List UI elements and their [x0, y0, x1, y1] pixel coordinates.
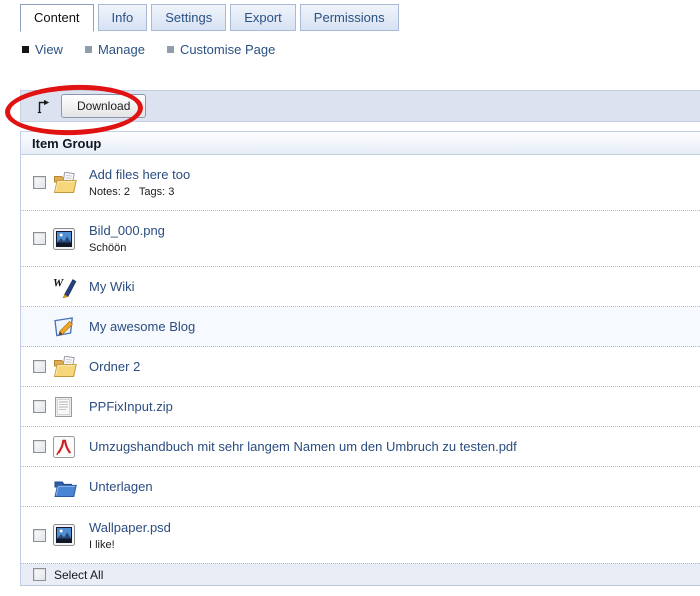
subnav-customise-label: Customise Page — [180, 42, 275, 57]
item-group-header: Item Group — [21, 131, 700, 155]
item-title[interactable]: PPFixInput.zip — [89, 399, 173, 414]
item-rows: Add files here too Notes: 2 Tags: 3 Bild… — [21, 155, 700, 563]
text-cell: Umzugshandbuch mit sehr langem Namen um … — [89, 439, 517, 454]
tab-bar: Content Info Settings Export Permissions — [20, 4, 700, 31]
checkbox-cell — [21, 176, 53, 189]
tab-settings[interactable]: Settings — [151, 4, 226, 31]
item-row: Unterlagen — [21, 467, 700, 507]
text-cell: My Wiki — [89, 279, 135, 294]
item-checkbox[interactable] — [33, 529, 46, 542]
item-subtitle: Schöön — [89, 242, 165, 254]
item-row: W My Wiki — [21, 267, 700, 307]
item-subtitle: Notes: 2 Tags: 3 — [89, 186, 190, 198]
square-bullet-icon — [167, 46, 174, 53]
item-title[interactable]: My awesome Blog — [89, 319, 195, 334]
text-cell: Add files here too Notes: 2 Tags: 3 — [89, 167, 190, 198]
text-cell: Wallpaper.psd I like! — [89, 520, 171, 551]
subnav-item-manage[interactable]: Manage — [85, 42, 145, 57]
checkbox-cell — [21, 360, 53, 373]
select-all-label: Select All — [54, 568, 103, 582]
pdf-icon[interactable] — [53, 436, 89, 458]
tab-info[interactable]: Info — [98, 4, 148, 31]
item-checkbox[interactable] — [33, 232, 46, 245]
square-bullet-icon — [85, 46, 92, 53]
checkbox-cell — [21, 320, 53, 333]
item-row: Wallpaper.psd I like! — [21, 507, 700, 563]
actions-toolbar: Download — [20, 90, 700, 122]
item-checkbox[interactable] — [33, 400, 46, 413]
folder-yellow-icon[interactable] — [53, 356, 89, 378]
text-cell: My awesome Blog — [89, 319, 195, 334]
item-checkbox[interactable] — [33, 176, 46, 189]
item-title[interactable]: My Wiki — [89, 279, 135, 294]
download-button[interactable]: Download — [61, 94, 146, 118]
checkbox-cell — [21, 529, 53, 542]
wiki-icon[interactable]: W — [53, 276, 89, 298]
item-row: Umzugshandbuch mit sehr langem Namen um … — [21, 427, 700, 467]
checkbox-cell — [21, 280, 53, 293]
document-icon[interactable] — [53, 396, 89, 418]
item-title[interactable]: Bild_000.png — [89, 223, 165, 238]
checkbox-cell — [21, 400, 53, 413]
select-all-bar: Select All — [21, 563, 700, 585]
select-all-checkbox[interactable] — [33, 568, 46, 581]
item-row: PPFixInput.zip — [21, 387, 700, 427]
item-checkbox[interactable] — [33, 360, 46, 373]
item-checkbox[interactable] — [33, 440, 46, 453]
checkbox-cell — [21, 232, 53, 245]
item-row: My awesome Blog — [21, 307, 700, 347]
item-title[interactable]: Umzugshandbuch mit sehr langem Namen um … — [89, 439, 517, 454]
folder-blue-icon[interactable] — [53, 476, 89, 498]
tab-content[interactable]: Content — [20, 4, 94, 32]
text-cell: PPFixInput.zip — [89, 399, 173, 414]
sub-navigation: View Manage Customise Page — [22, 42, 700, 57]
image-icon[interactable] — [53, 228, 89, 250]
image-icon[interactable] — [53, 524, 89, 546]
tab-export[interactable]: Export — [230, 4, 296, 31]
subnav-item-customise-page[interactable]: Customise Page — [167, 42, 275, 57]
item-title[interactable]: Add files here too — [89, 167, 190, 182]
subnav-item-view[interactable]: View — [22, 42, 63, 57]
subnav-manage-label: Manage — [98, 42, 145, 57]
item-group-title: Item Group — [32, 136, 101, 151]
item-title[interactable]: Ordner 2 — [89, 359, 140, 374]
item-group-table: Item Group Add files here too Notes: 2 T… — [20, 131, 700, 586]
item-row: Add files here too Notes: 2 Tags: 3 — [21, 155, 700, 211]
item-subtitle: I like! — [89, 539, 171, 551]
folder-yellow-icon[interactable] — [53, 172, 89, 194]
square-bullet-icon — [22, 46, 29, 53]
text-cell: Bild_000.png Schöön — [89, 223, 165, 254]
item-row: Bild_000.png Schöön — [21, 211, 700, 267]
blog-icon[interactable] — [53, 316, 89, 338]
text-cell: Unterlagen — [89, 479, 153, 494]
checkbox-cell — [21, 480, 53, 493]
subnav-view-label: View — [35, 42, 63, 57]
svg-text:W: W — [53, 277, 64, 289]
item-title[interactable]: Unterlagen — [89, 479, 153, 494]
text-cell: Ordner 2 — [89, 359, 140, 374]
elbow-arrow-icon — [36, 99, 51, 114]
item-title[interactable]: Wallpaper.psd — [89, 520, 171, 535]
item-row: Ordner 2 — [21, 347, 700, 387]
tab-permissions[interactable]: Permissions — [300, 4, 399, 31]
checkbox-cell — [21, 440, 53, 453]
